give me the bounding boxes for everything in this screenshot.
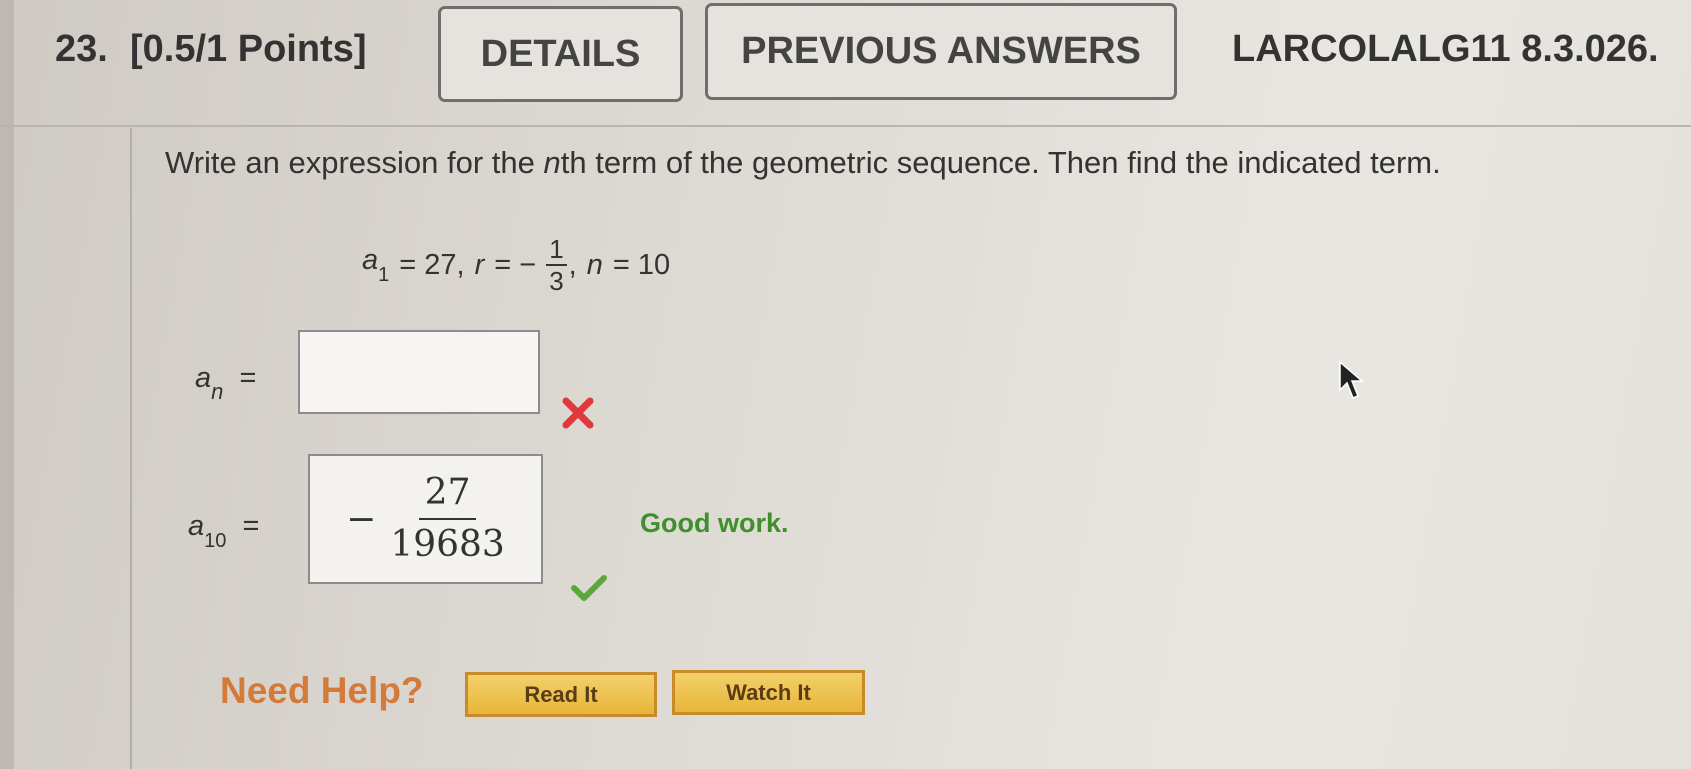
need-help-label: Need Help? <box>220 670 424 711</box>
r-equals: = − <box>494 248 537 281</box>
watch-it-button[interactable]: Watch It <box>672 670 865 715</box>
check-icon <box>571 575 607 601</box>
read-it-button[interactable]: Read It <box>465 672 657 717</box>
a10-answer-input[interactable]: − 27 19683 <box>308 454 543 584</box>
n-variable: n <box>586 248 603 281</box>
given-values: a1 = 27, r = − 1 3 , n = 10 <box>362 225 670 305</box>
prompt-text-start: Write an expression for the <box>165 145 544 180</box>
problem-id: LARCOLALG11 8.3.026. <box>1232 28 1659 70</box>
previous-answers-button[interactable]: PREVIOUS ANSWERS <box>705 3 1177 100</box>
problem-prompt: Write an expression for the nth term of … <box>165 145 1441 181</box>
points-label: [0.5/1 Points] <box>130 28 367 70</box>
a1-term: a1 <box>362 243 390 286</box>
r-denominator: 3 <box>549 266 564 296</box>
a10-label: a10 = <box>188 510 260 552</box>
an-answer-input[interactable] <box>298 330 540 414</box>
a10-denominator: 19683 <box>390 524 505 565</box>
r-variable: r <box>474 248 485 281</box>
prompt-text-end: th term of the geometric sequence. Then … <box>560 145 1441 180</box>
a10-numerator: 27 <box>418 472 477 520</box>
r-comma: , <box>568 248 577 281</box>
content-divider <box>130 128 132 769</box>
prompt-n: n <box>543 145 561 180</box>
x-icon <box>562 397 594 429</box>
a10-sign: − <box>346 498 377 540</box>
details-button[interactable]: DETAILS <box>438 6 683 102</box>
feedback-message: Good work. <box>640 508 789 538</box>
question-header: 23. [0.5/1 Points] DETAILS PREVIOUS ANSW… <box>0 0 1691 127</box>
question-number: 23. <box>55 28 108 70</box>
r-fraction: 1 3 <box>546 234 567 296</box>
an-label: an = <box>195 362 257 404</box>
a10-fraction: 27 19683 <box>390 472 505 566</box>
n-value: = 10 <box>612 248 671 281</box>
r-numerator: 1 <box>546 234 567 266</box>
a1-value: = 27, <box>399 248 465 281</box>
mouse-cursor-icon <box>1339 360 1365 399</box>
